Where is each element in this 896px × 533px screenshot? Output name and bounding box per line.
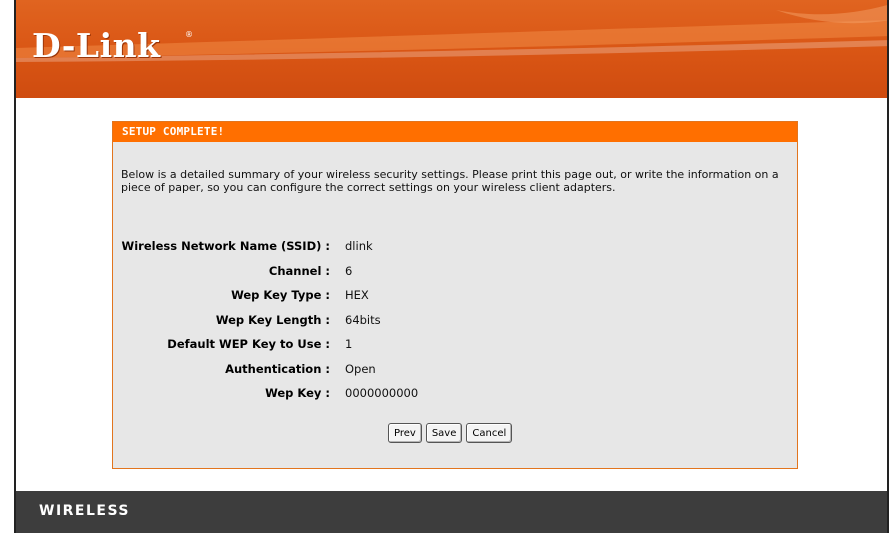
setting-row-ssid: Wireless Network Name (SSID) : dlink: [113, 234, 797, 259]
setting-value: 64bits: [345, 312, 381, 327]
setting-value: 6: [345, 263, 353, 278]
setting-row-authentication: Authentication : Open: [113, 357, 797, 382]
setting-label: Wep Key :: [265, 386, 330, 400]
setting-label: Default WEP Key to Use :: [167, 337, 330, 351]
setup-complete-panel: SETUP COMPLETE! Below is a detailed summ…: [112, 121, 798, 469]
settings-summary: Wireless Network Name (SSID) : dlink Cha…: [113, 234, 797, 406]
setting-row-wep-key-length: Wep Key Length : 64bits: [113, 308, 797, 333]
save-button[interactable]: Save: [425, 423, 463, 443]
setting-label: Wireless Network Name (SSID) :: [121, 239, 330, 253]
cancel-button[interactable]: Cancel: [466, 423, 513, 443]
setting-row-default-wep-key: Default WEP Key to Use : 1: [113, 332, 797, 357]
setting-label: Wep Key Type :: [231, 288, 330, 302]
panel-title: SETUP COMPLETE!: [113, 122, 797, 142]
footer-bar: WIRELESS: [16, 491, 887, 533]
setting-label: Channel :: [268, 263, 330, 278]
setting-row-wep-key: Wep Key : 0000000000: [113, 381, 797, 406]
setting-value: 0000000000: [345, 386, 419, 400]
setting-value: HEX: [345, 288, 369, 302]
setting-label: Wep Key Length :: [215, 312, 330, 327]
panel-description: Below is a detailed summary of your wire…: [121, 168, 779, 194]
dlink-logo: D-Link: [32, 26, 161, 65]
registered-mark: ®: [185, 30, 193, 39]
setting-value: Open: [345, 361, 376, 376]
header-banner: D-Link ®: [16, 0, 887, 98]
prev-button[interactable]: Prev: [388, 423, 422, 443]
footer-wireless-label: WIRELESS: [39, 503, 131, 519]
setting-label: Authentication :: [225, 361, 330, 376]
setting-row-wep-key-type: Wep Key Type : HEX: [113, 283, 797, 308]
setting-value: 1: [345, 337, 353, 351]
setting-value: dlink: [345, 239, 373, 253]
button-group: Prev Save Cancel: [388, 423, 513, 443]
setting-row-channel: Channel : 6: [113, 259, 797, 284]
page-frame: D-Link ® SETUP COMPLETE! Below is a deta…: [14, 0, 889, 533]
